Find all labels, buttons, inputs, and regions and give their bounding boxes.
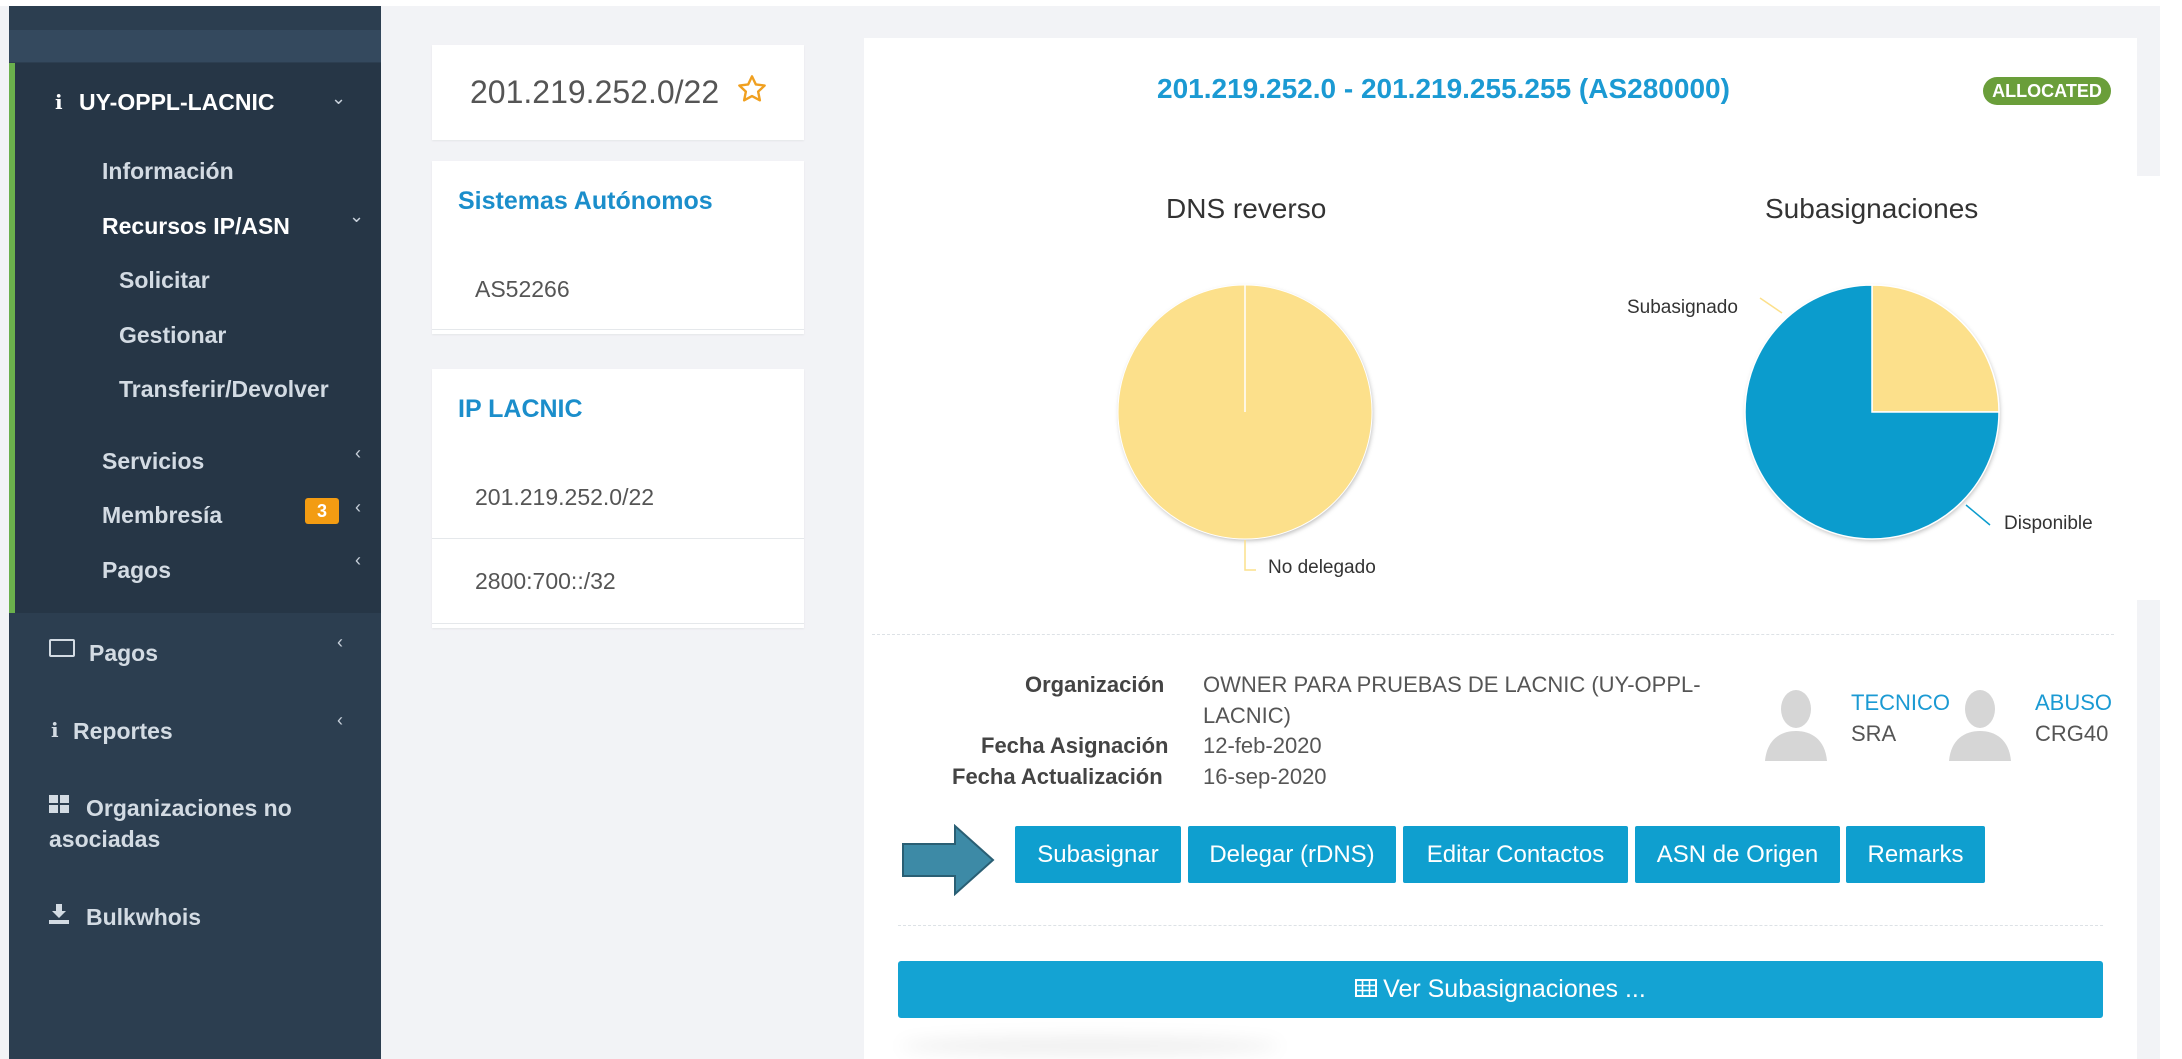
chevron-left-icon[interactable]: ‹ xyxy=(337,710,343,731)
org-value-line1: OWNER PARA PRUEBAS DE LACNIC (UY-OPPL- xyxy=(1203,672,1701,697)
arrow-right-icon xyxy=(901,823,995,901)
sidebar-org[interactable]: UY-OPPL-LACNIC xyxy=(79,89,275,116)
ip-card: IP LACNIC 201.219.252.0/22 2800:700::/32 xyxy=(432,369,804,628)
chevron-left-icon[interactable]: ‹ xyxy=(355,497,361,518)
sidebar-item-informacion[interactable]: Información xyxy=(102,158,234,185)
prefix-title: 201.219.252.0/22 xyxy=(470,74,720,110)
org-value-line2: LACNIC) xyxy=(1203,703,1292,728)
range-title: 201.219.252.0 - 201.219.255.255 (AS28000… xyxy=(1157,73,1730,104)
chevron-left-icon[interactable]: ‹ xyxy=(355,443,361,464)
fecha-asignacion-label: Fecha Asignación xyxy=(981,733,1169,758)
info-icon: i xyxy=(55,90,63,114)
divider xyxy=(432,623,804,624)
fecha-actualizacion-value: 16-sep-2020 xyxy=(1203,764,1327,789)
fecha-actualizacion-label: Fecha Actualización xyxy=(952,764,1163,789)
panel-edge xyxy=(2137,176,2182,600)
pie-label-disponible: Disponible xyxy=(2004,513,2093,534)
grid-icon xyxy=(49,795,69,813)
sidebar-item-servicios[interactable]: Servicios xyxy=(102,448,204,475)
contact-role-tecnico[interactable]: TECNICO xyxy=(1851,690,1950,716)
sidebar-item-pagos-sub[interactable]: Pagos xyxy=(102,557,171,584)
section-divider xyxy=(872,634,2114,635)
sidebar-item-membresia[interactable]: Membresía xyxy=(102,502,222,529)
money-icon xyxy=(49,639,75,657)
editar-contactos-button[interactable]: Editar Contactos xyxy=(1403,826,1628,883)
table-icon xyxy=(1355,975,1378,1004)
ip-card-title: IP LACNIC xyxy=(458,395,583,423)
asn-card: Sistemas Autónomos AS52266 xyxy=(432,161,804,334)
sidebar-item-organizaciones-l2[interactable]: asociadas xyxy=(49,826,160,853)
remarks-button[interactable]: Remarks xyxy=(1846,826,1985,883)
chevron-left-icon[interactable]: ‹ xyxy=(337,632,343,653)
sidebar-item-organizaciones-l1[interactable]: Organizaciones no xyxy=(86,795,292,822)
ver-subasignaciones-label: Ver Subasignaciones ... xyxy=(1383,975,1646,1003)
status-badge: ALLOCATED xyxy=(1983,77,2111,105)
asn-origen-button[interactable]: ASN de Origen xyxy=(1635,826,1840,883)
star-icon[interactable] xyxy=(736,73,768,110)
sidebar-topbar xyxy=(9,30,381,62)
contact-handle: SRA xyxy=(1851,721,1897,746)
avatar-icon xyxy=(1947,685,2013,766)
asn-card-title: Sistemas Autónomos xyxy=(458,187,713,215)
chevron-left-icon[interactable]: ‹ xyxy=(355,550,361,571)
sidebar-item-pagos[interactable]: Pagos xyxy=(89,640,158,667)
sidebar-item-solicitar[interactable]: Solicitar xyxy=(119,267,210,294)
delegar-rdns-button[interactable]: Delegar (rDNS) xyxy=(1188,826,1396,883)
ip-item[interactable]: 2800:700::/32 xyxy=(475,568,616,595)
chevron-down-icon[interactable]: ⌄ xyxy=(349,206,364,227)
chart-title-subasignaciones: Subasignaciones xyxy=(1765,193,1979,224)
sidebar: i UY-OPPL-LACNIC ⌄ Información Recursos … xyxy=(9,6,381,1059)
divider xyxy=(432,538,804,539)
pie-label-no-delegado: No delegado xyxy=(1268,557,1376,578)
sidebar-item-transferir[interactable]: Transferir/Devolver xyxy=(119,376,329,403)
sidebar-item-bulkwhois[interactable]: Bulkwhois xyxy=(86,904,201,931)
ver-subasignaciones-button[interactable]: Ver Subasignaciones ... xyxy=(898,961,2103,1018)
avatar-icon xyxy=(1763,685,1829,766)
subasignar-button[interactable]: Subasignar xyxy=(1015,826,1181,883)
notification-badge: 3 xyxy=(305,498,339,524)
bottom-shadow xyxy=(900,1036,1280,1056)
sidebar-item-gestionar[interactable]: Gestionar xyxy=(119,322,226,349)
chevron-down-icon[interactable]: ⌄ xyxy=(331,88,346,109)
chart-title-dns: DNS reverso xyxy=(1166,193,1327,224)
sidebar-item-reportes[interactable]: Reportes xyxy=(73,718,173,745)
contact-role-abuso[interactable]: ABUSO xyxy=(2035,690,2112,716)
info-icon: i xyxy=(51,718,59,742)
pie-label-subasignado: Subasignado xyxy=(1627,297,1738,318)
fecha-asignacion-value: 12-feb-2020 xyxy=(1203,733,1322,758)
org-label: Organización xyxy=(1025,672,1165,697)
asn-item[interactable]: AS52266 xyxy=(475,276,570,303)
contact-handle: CRG40 xyxy=(2035,721,2109,746)
download-icon xyxy=(49,904,69,924)
section-divider xyxy=(898,925,2103,926)
prefix-card: 201.219.252.0/22 xyxy=(432,45,804,140)
ip-item[interactable]: 201.219.252.0/22 xyxy=(475,484,654,511)
divider xyxy=(432,329,804,330)
resource-detail-panel xyxy=(864,38,2137,1059)
sidebar-item-recursos[interactable]: Recursos IP/ASN xyxy=(102,213,290,240)
